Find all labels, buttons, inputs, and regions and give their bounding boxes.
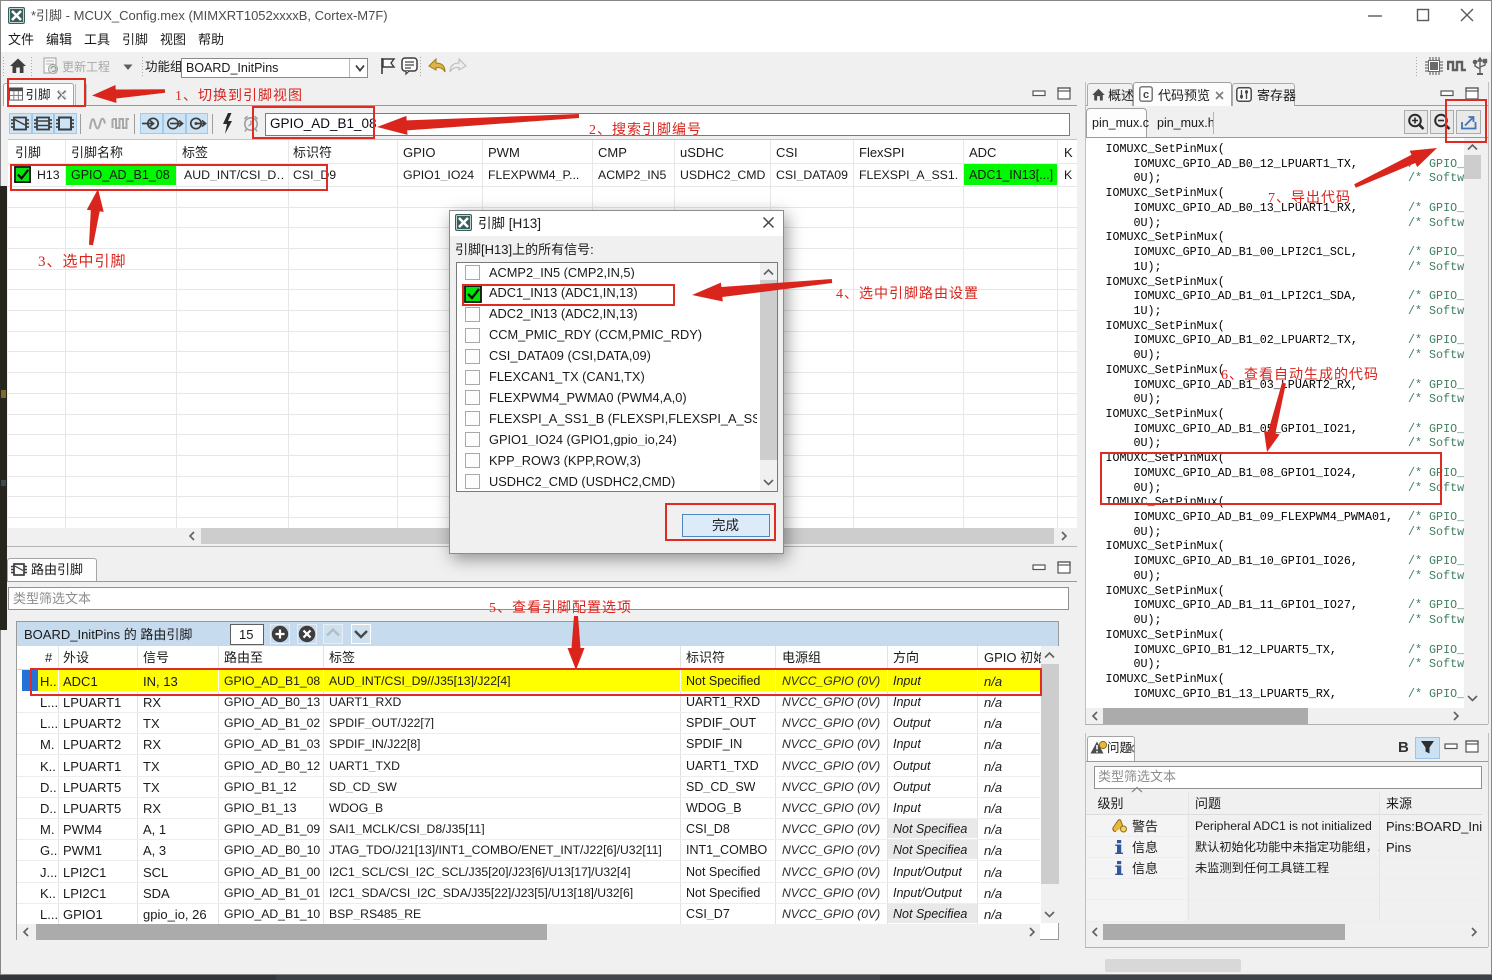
svg-text:c: c — [1143, 89, 1149, 101]
